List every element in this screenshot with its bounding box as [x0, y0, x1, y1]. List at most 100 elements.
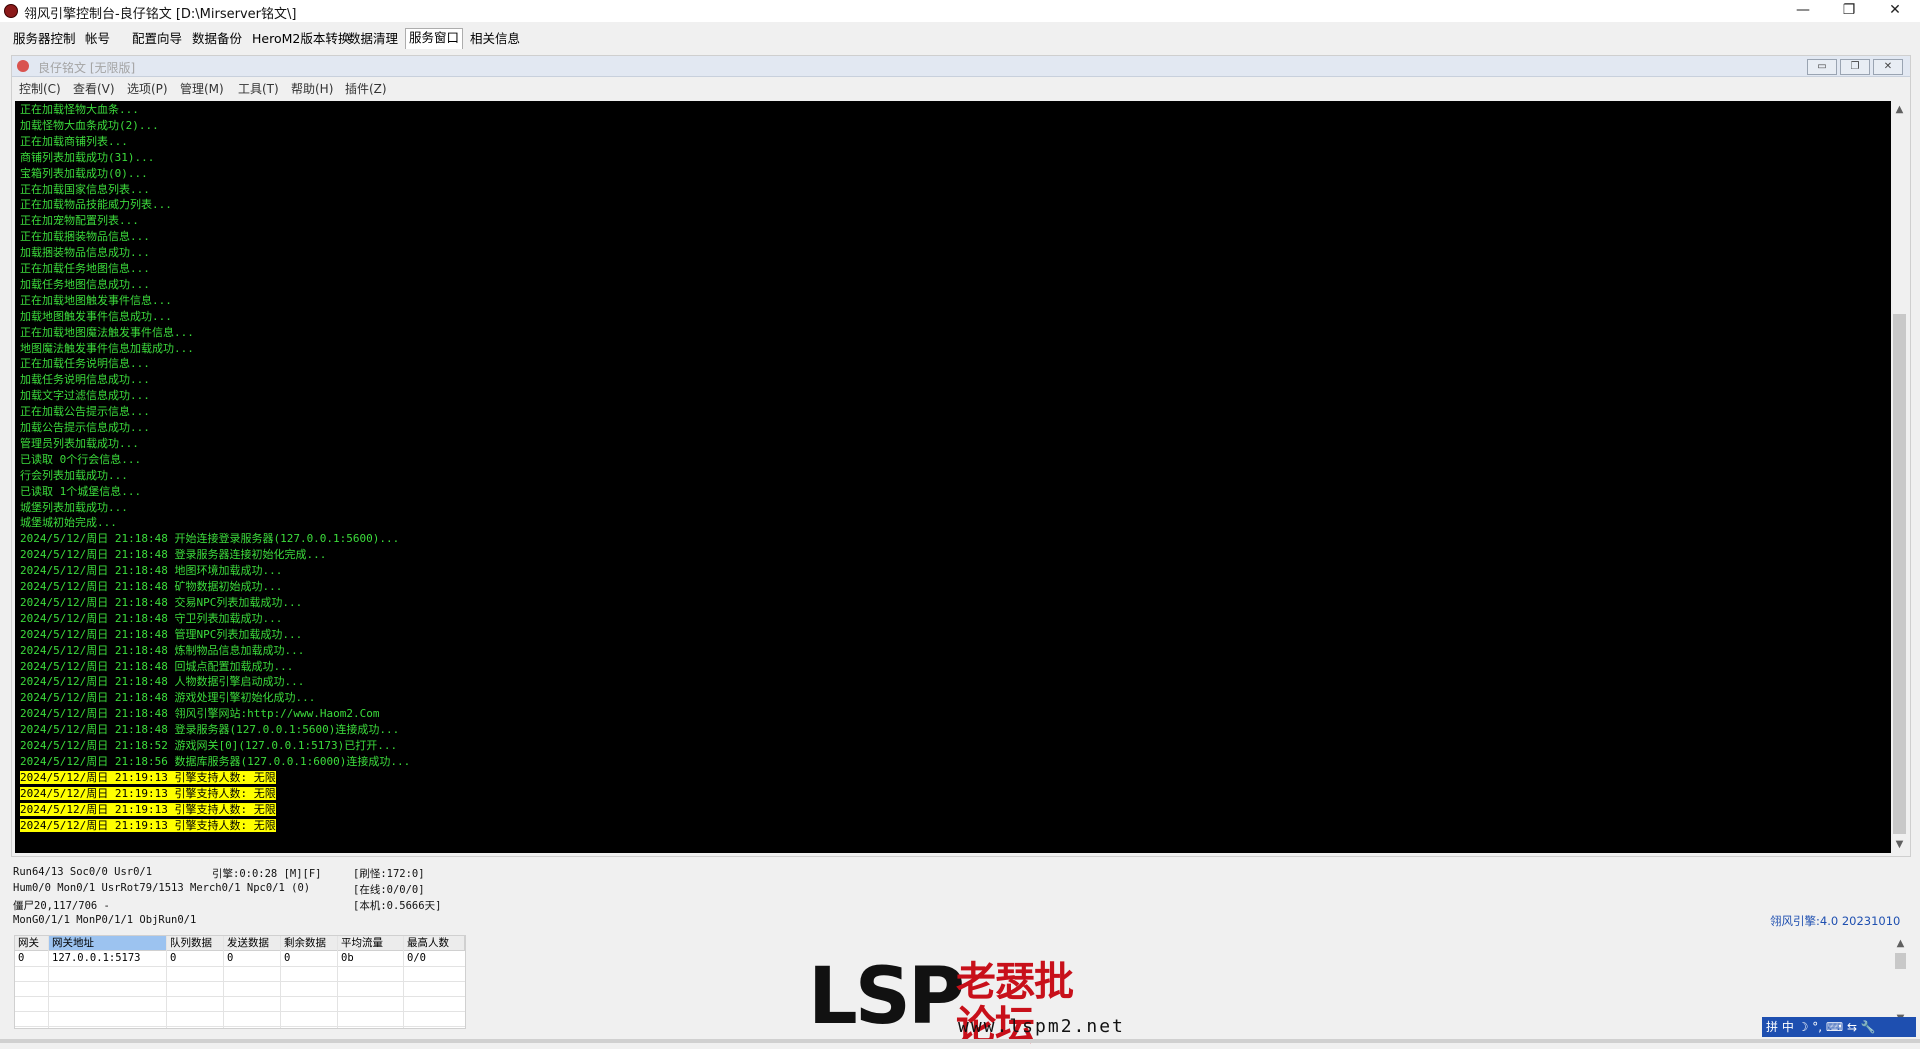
log-line: 正在加载国家信息列表... — [20, 182, 150, 196]
column-header[interactable]: 平均流量 — [338, 936, 404, 951]
grid-column-line — [403, 936, 404, 1028]
log-line: 已读取 1个城堡信息... — [20, 484, 142, 498]
watermark-brand: LSP — [808, 952, 965, 1042]
grid-column-line — [337, 936, 338, 1028]
log-line: 城堡城初始完成... — [20, 516, 117, 530]
table-cell: 0 — [170, 952, 177, 964]
log-line: 加载任务地图信息成功... — [20, 277, 150, 291]
child-app-icon — [17, 60, 29, 72]
log-line: 正在加宠物配置列表... — [20, 214, 139, 228]
log-line: 加载任务说明信息成功... — [20, 373, 150, 387]
table-cell: 0 — [18, 952, 25, 964]
column-header[interactable]: 网关地址 — [49, 936, 167, 951]
tab-config-wizard[interactable]: 配置向导 — [129, 30, 185, 48]
tab-data-backup[interactable]: 数据备份 — [189, 30, 245, 48]
menu-view[interactable]: 查看(V) — [73, 80, 115, 97]
log-line: 加载捆装物品信息成功... — [20, 246, 150, 260]
status-local: [本机:0.5666天] — [353, 900, 442, 912]
log-line: 正在加载地图触发事件信息... — [20, 293, 172, 307]
scroll-down-icon[interactable]: ▼ — [1891, 836, 1908, 853]
log-line: 2024/5/12/周日 21:18:48 翎风引擎网站:http://www.… — [20, 707, 380, 721]
tab-service-window[interactable]: 服务窗口 — [405, 28, 464, 49]
grid-scroll-up-icon[interactable]: ▲ — [1893, 935, 1908, 952]
log-line: 管理员列表加载成功... — [20, 436, 139, 450]
table-cell: 0 — [227, 952, 234, 964]
column-header[interactable]: 网关 — [15, 936, 49, 951]
log-line: 正在加载物品技能威力列表... — [20, 198, 172, 212]
log-line: 2024/5/12/周日 21:18:48 矿物数据初始成功... — [20, 580, 283, 593]
maximize-button[interactable]: ❐ — [1826, 0, 1872, 22]
log-line: 2024/5/12/周日 21:18:48 登录服务器(127.0.0.1:56… — [20, 723, 400, 737]
gateway-scrollbar[interactable]: ▲ ▼ — [1893, 935, 1908, 1027]
table-cell: 127.0.0.1:5173 — [52, 952, 141, 964]
menu-control[interactable]: 控制(C) — [19, 80, 61, 97]
main-tabs: 服务器控制 帐号 配置向导 数据备份 HeroM2版本转换 数据清理 服务窗口 … — [0, 28, 1920, 50]
grid-row-line — [15, 1011, 465, 1012]
log-line: 正在加载地图魔法触发事件信息... — [20, 325, 194, 339]
menu-plugins[interactable]: 插件(Z) — [345, 80, 387, 97]
log-line: 加载文字过滤信息成功... — [20, 389, 150, 403]
watermark-logo: LSP 老瑟批论坛 www.lspm2.net — [808, 952, 1123, 1048]
log-line: 2024/5/12/周日 21:18:48 守卫列表加载成功... — [20, 611, 283, 625]
child-close-button[interactable]: ✕ — [1873, 59, 1903, 75]
grid-scroll-thumb[interactable] — [1895, 953, 1906, 969]
tab-account[interactable]: 帐号 — [82, 30, 113, 48]
title-bar: 翎风引擎控制台-良仔铭文 [D:\Mirserver铭文\] — ❐ ✕ — [0, 0, 1920, 22]
scroll-up-icon[interactable]: ▲ — [1891, 101, 1908, 118]
log-line-highlighted: 2024/5/12/周日 21:19:13 引擎支持人数: 无限 — [20, 786, 276, 800]
tab-server-control[interactable]: 服务器控制 — [10, 30, 79, 48]
log-line: 2024/5/12/周日 21:18:48 交易NPC列表加载成功... — [20, 595, 303, 609]
grid-row-line — [15, 996, 465, 997]
child-restore-button[interactable]: ❐ — [1840, 59, 1870, 75]
column-header[interactable]: 最高人数 — [404, 936, 465, 951]
status-mon: MonG0/1/1 MonP0/1/1 ObjRun0/1 — [13, 914, 197, 926]
child-window-title: 良仔铭文 [无限版] — [38, 61, 136, 75]
log-line: 正在加载任务说明信息... — [20, 357, 150, 371]
log-line: 2024/5/12/周日 21:18:48 管理NPC列表加载成功... — [20, 627, 303, 641]
tab-data-clean[interactable]: 数据清理 — [345, 30, 401, 48]
close-button[interactable]: ✕ — [1872, 0, 1918, 22]
log-line: 2024/5/12/周日 21:18:56 数据库服务器(127.0.0.1:6… — [20, 754, 411, 768]
table-cell: 0/0 — [407, 952, 426, 964]
minimize-button[interactable]: — — [1780, 0, 1826, 22]
log-line: 2024/5/12/周日 21:18:48 人物数据引擎启动成功... — [20, 675, 305, 689]
column-header[interactable]: 队列数据 — [167, 936, 224, 951]
log-line: 2024/5/12/周日 21:18:48 开始连接登录服务器(127.0.0.… — [20, 532, 400, 546]
grid-column-line — [223, 936, 224, 1028]
ime-toolbar[interactable]: 拼 中 ☽ °, ⌨ ⇆ 🔧 — [1762, 1017, 1916, 1037]
log-line: 正在加载怪物大血条... — [20, 103, 139, 116]
tab-about[interactable]: 相关信息 — [467, 30, 523, 48]
log-line: 2024/5/12/周日 21:18:48 地图环境加载成功... — [20, 564, 283, 578]
grid-row-line — [15, 981, 465, 982]
menu-options[interactable]: 选项(P) — [127, 80, 168, 97]
gateway-table[interactable]: 网关 网关地址 队列数据 发送数据 剩余数据 平均流量 最高人数 0 127.0.0.1:517… — [14, 935, 466, 1029]
console-scrollbar[interactable]: ▲ ▼ — [1891, 101, 1908, 853]
log-line: 正在加载任务地图信息... — [20, 262, 150, 275]
child-title-bar: 良仔铭文 [无限版] ▭ ❐ ✕ — [12, 56, 1910, 77]
menu-help[interactable]: 帮助(H) — [291, 80, 333, 97]
log-line: 商铺列表加载成功(31)... — [20, 150, 155, 164]
status-run: Run64/13 Soc0/0 Usr0/1 — [13, 866, 153, 878]
log-line: 加载公告提示信息成功... — [20, 421, 150, 434]
log-line: 2024/5/12/周日 21:18:52 游戏网关[0](127.0.0.1:… — [20, 739, 398, 752]
log-line: 行会列表加载成功... — [20, 468, 128, 482]
log-line: 加载地图触发事件信息成功... — [20, 309, 172, 323]
grid-column-line — [48, 936, 49, 1028]
menu-tools[interactable]: 工具(T) — [238, 80, 279, 97]
tab-herom2-convert[interactable]: HeroM2版本转换 — [249, 30, 353, 48]
engine-version: 翎风引擎:4.0 20231010 — [1770, 914, 1901, 928]
taskbar-edge — [0, 1039, 1920, 1043]
log-line: 正在加载商铺列表... — [20, 134, 128, 148]
service-window: 良仔铭文 [无限版] ▭ ❐ ✕ 控制(C) 查看(V) 选项(P) 管理(M)… — [11, 55, 1911, 857]
table-cell: 0b — [341, 952, 354, 964]
menu-manage[interactable]: 管理(M) — [180, 80, 224, 97]
column-header[interactable]: 剩余数据 — [281, 936, 338, 951]
log-line: 2024/5/12/周日 21:18:48 炼制物品信息加载成功... — [20, 643, 305, 657]
log-console[interactable]: 正在加载怪物大血条... 加载怪物大血条成功(2)... 正在加载商铺列表... 商铺… — [15, 101, 1891, 853]
grid-column-line — [166, 936, 167, 1028]
column-header[interactable]: 发送数据 — [224, 936, 281, 951]
log-line: 正在加载捆装物品信息... — [20, 230, 150, 244]
child-minimize-button[interactable]: ▭ — [1807, 59, 1837, 75]
log-line: 已读取 0个行会信息... — [20, 452, 142, 466]
scroll-thumb[interactable] — [1893, 314, 1906, 834]
